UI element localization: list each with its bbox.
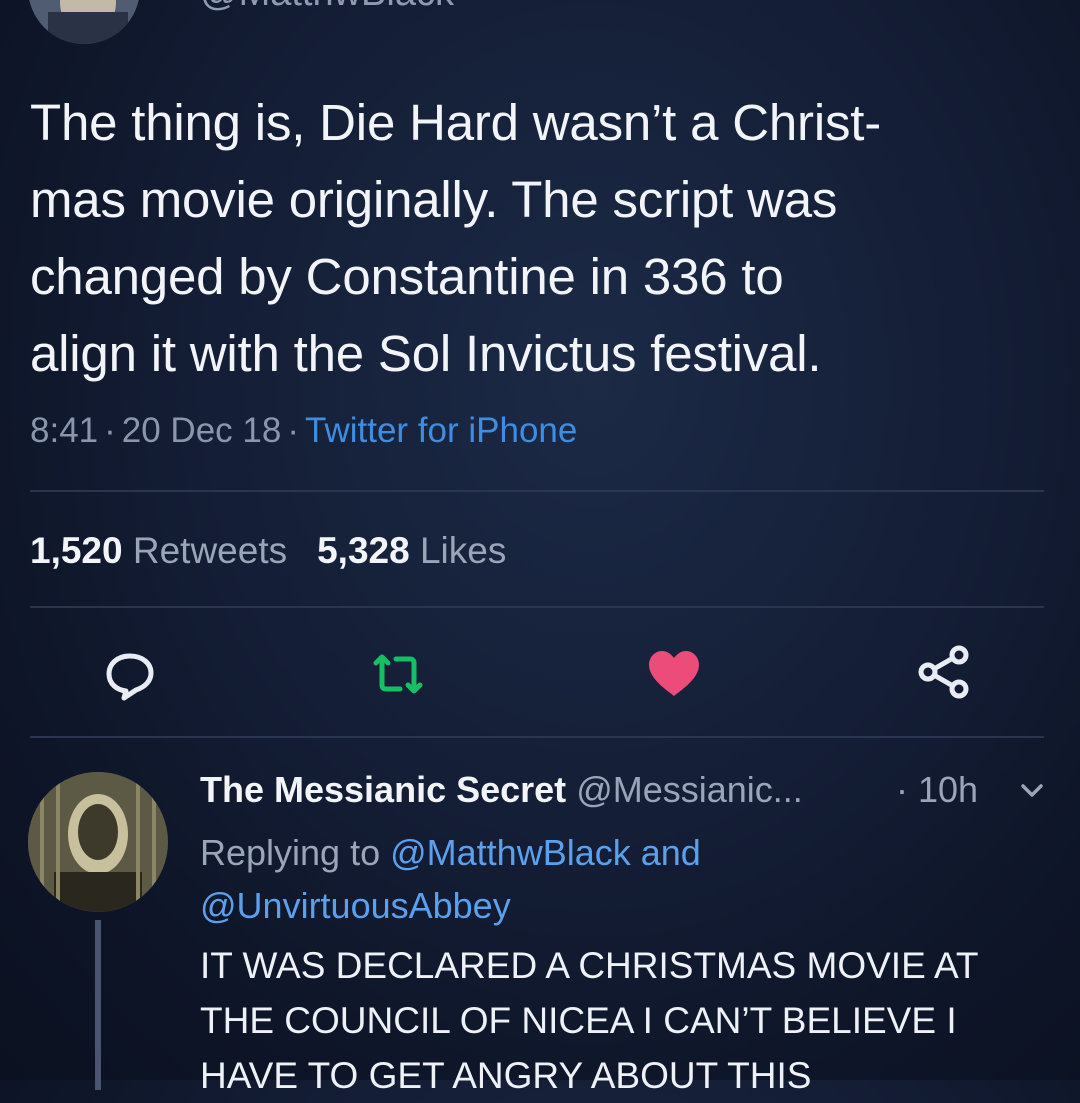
tweet-text-line: align it with the Sol Invictus festival. [30,325,822,382]
reply-icon [106,653,154,701]
tweet-date: 20 Dec 18 [121,411,282,450]
like-button[interactable] [644,644,704,704]
tweet-meta: 8:41 · 20 Dec 18 · Twitter for iPhone [30,408,577,454]
tweet-stats: 1,520 Retweets 5,328 Likes [30,528,506,574]
replying-to: Replying to @MatthwBlack and @Unvirtuous… [200,826,1040,932]
meta-separator: · [287,411,299,450]
retweets-stat[interactable]: 1,520 Retweets [30,530,287,571]
retweet-button[interactable] [368,644,428,704]
meta-separator: · [104,411,116,450]
mention-link[interactable]: @MatthwBlack [390,832,631,873]
retweets-label: Retweets [132,530,288,571]
reply-timestamp: · 10h [896,769,979,810]
reply-text-line: THE COUNCIL OF NICEA I CAN’T BELIEVE I [200,1000,957,1041]
likes-count: 5,328 [317,530,410,571]
tweet-text-line: mas movie originally. The script was [30,171,838,228]
reply-button[interactable] [100,646,160,706]
thread-line [95,920,101,1090]
mention-link[interactable]: @UnvirtuousAbbey [200,885,511,926]
replying-prefix: Replying to [200,832,381,873]
reply-text: IT WAS DECLARED A CHRISTMAS MOVIE AT THE… [200,938,1060,1103]
tweet-text: The thing is, Die Hard wasn’t a Christ- … [30,84,1050,392]
author-avatar[interactable] [28,0,140,44]
reply-author-handle[interactable]: @Messianic... [576,769,803,810]
divider [30,606,1044,608]
divider [30,490,1044,492]
author-avatar-image [28,0,140,44]
mention-and: and [640,832,701,873]
reply-text-line: IT WAS DECLARED A CHRISTMAS MOVIE AT [200,945,979,986]
reply-header: The Messianic Secret @Messianic... [200,766,803,814]
reply-author-name[interactable]: The Messianic Secret [200,769,566,810]
retweets-count: 1,520 [30,530,123,571]
tweet-text-line: The thing is, Die Hard wasn’t a Christ- [30,94,882,151]
share-button[interactable] [914,642,974,702]
tweet-time: 8:41 [30,411,99,450]
likes-label: Likes [419,530,507,571]
author-handle[interactable]: @MatthwBlack [200,0,454,16]
reply-text-line: HAVE TO GET ANGRY ABOUT THIS [200,1055,812,1096]
retweet-icon [373,654,423,694]
tweet-source-link[interactable]: Twitter for iPhone [305,411,577,450]
reply-avatar-image [28,772,168,912]
tweet-text-line: changed by Constantine in 336 to [30,248,784,305]
likes-stat[interactable]: 5,328 Likes [317,530,506,571]
reply-avatar[interactable] [28,772,168,912]
divider [30,736,1044,738]
share-icon [918,645,969,699]
chevron-down-icon [1021,784,1043,797]
heart-icon [649,651,699,696]
reply-menu-button[interactable] [1018,776,1046,804]
